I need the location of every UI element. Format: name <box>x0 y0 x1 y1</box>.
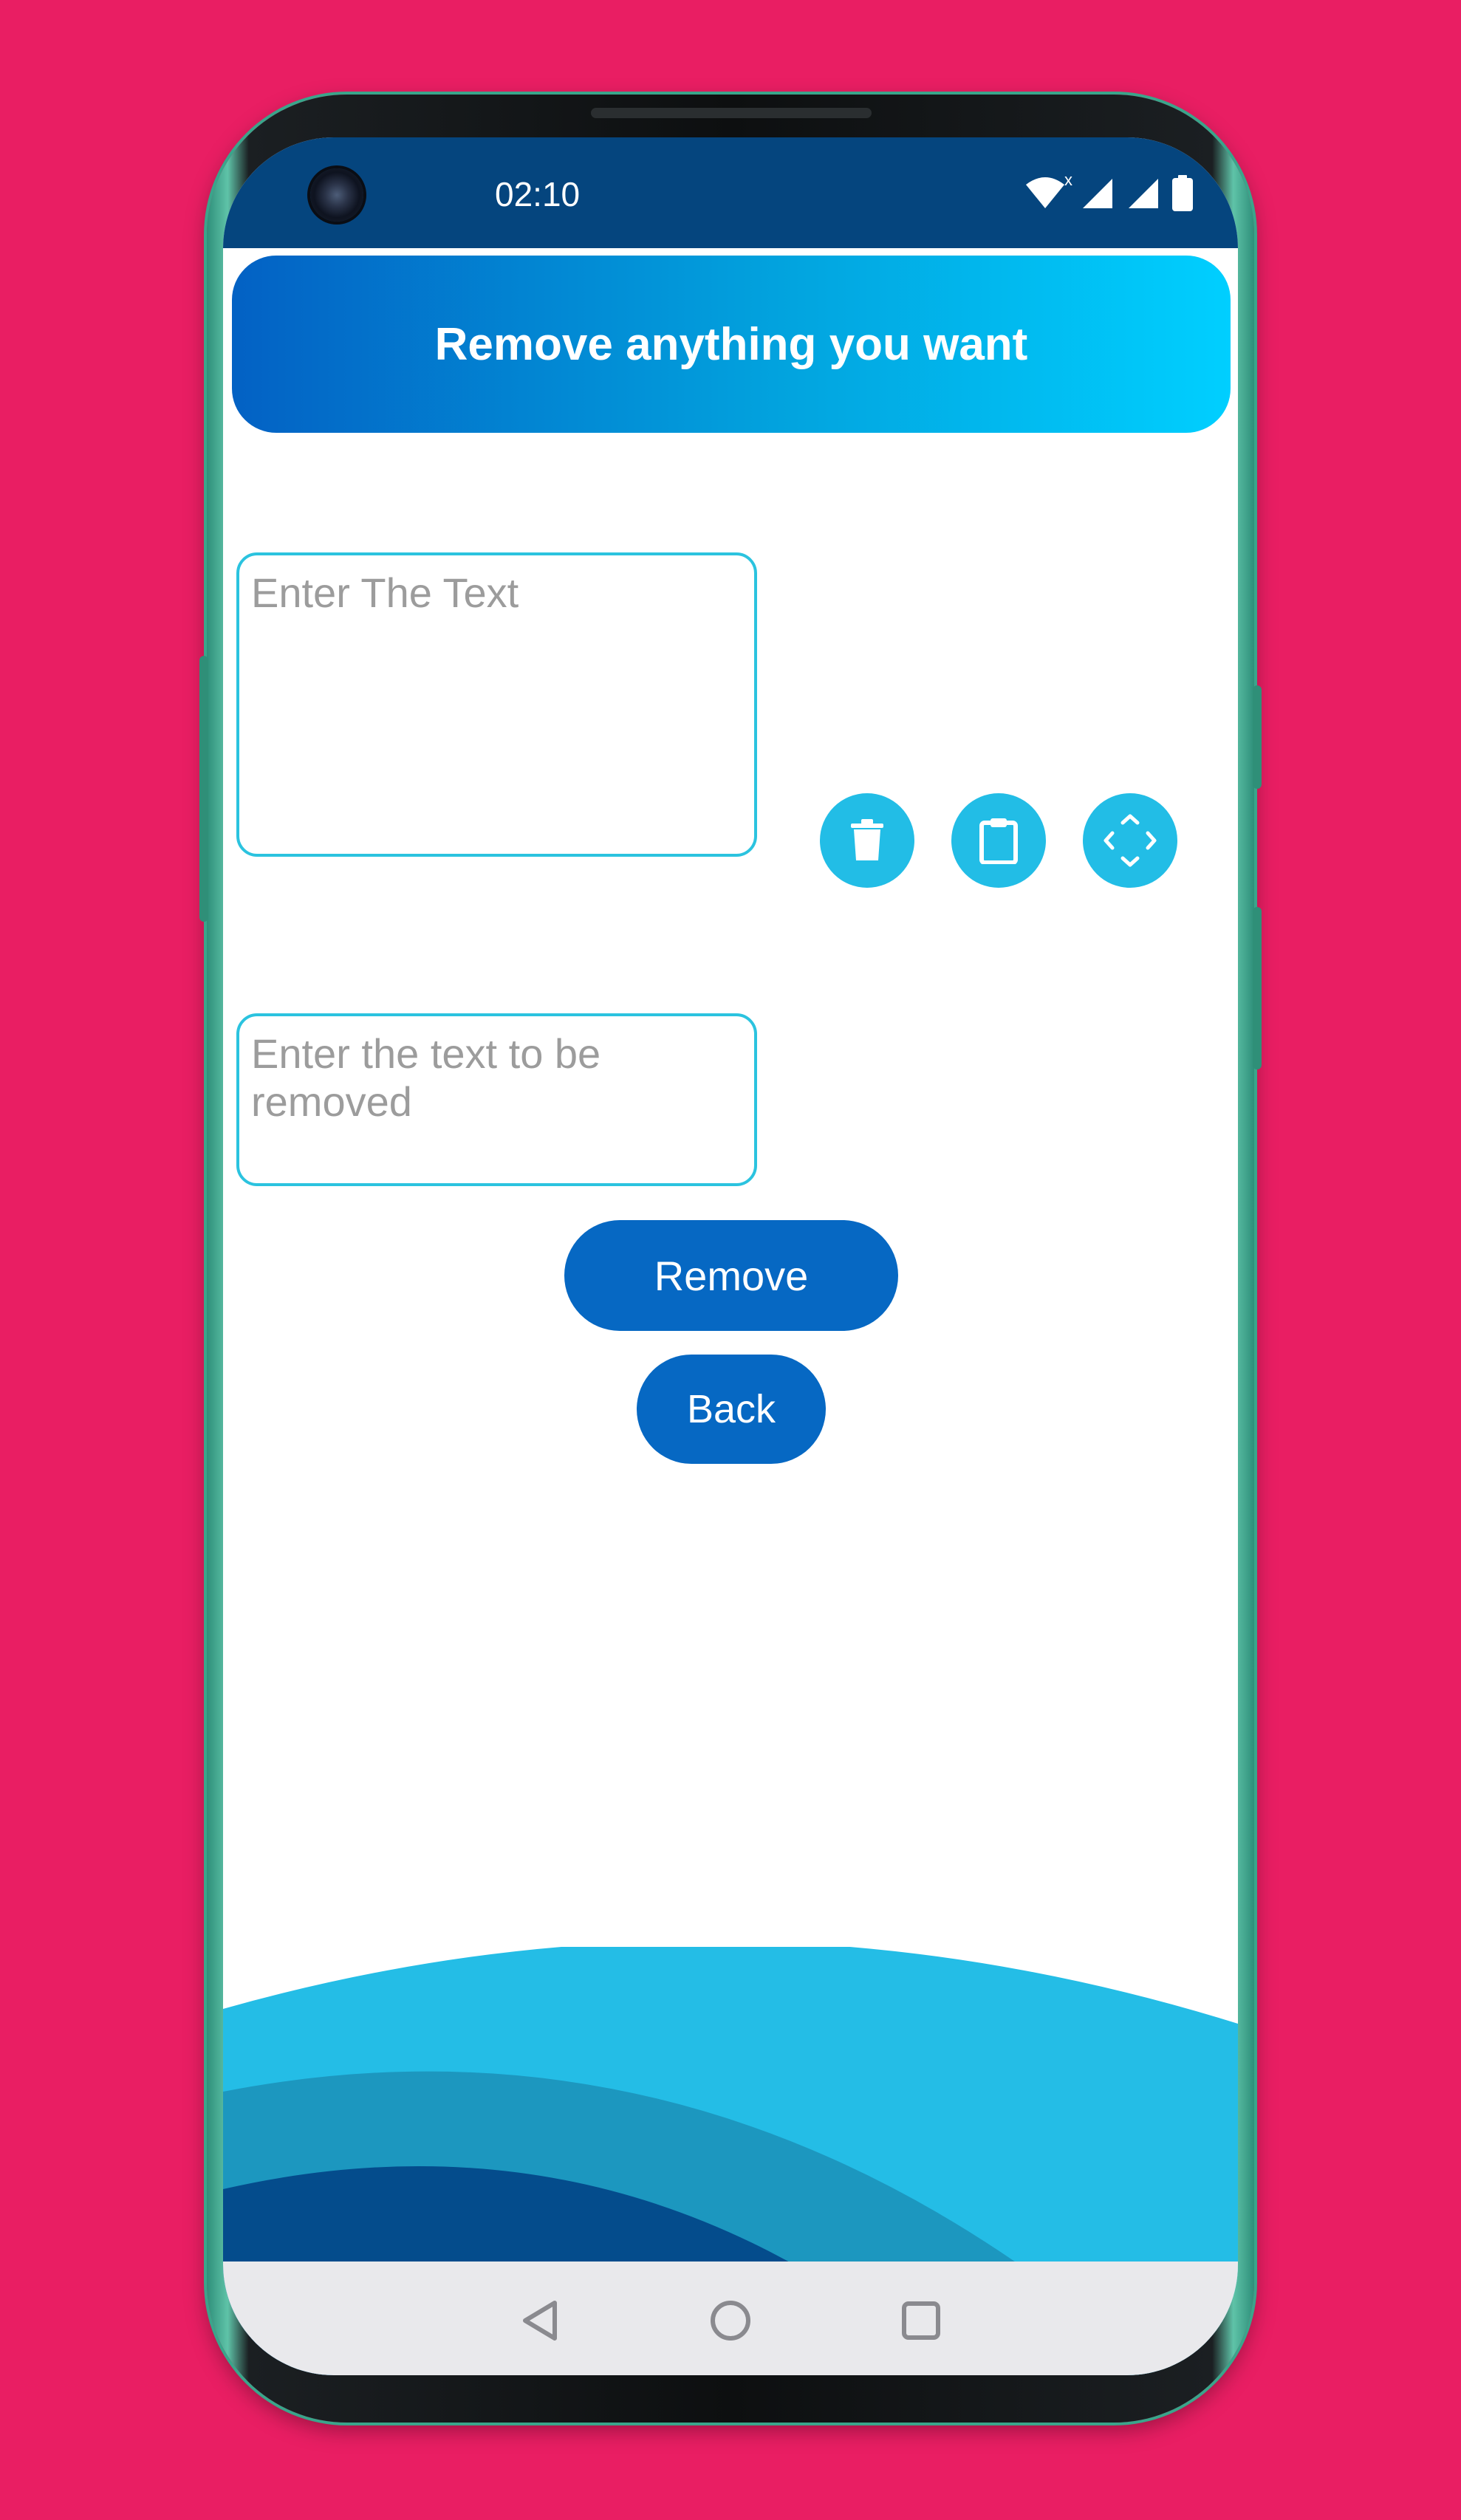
recents-square-icon[interactable] <box>900 2300 942 2341</box>
clear-button[interactable] <box>820 793 914 888</box>
status-time: 02:10 <box>495 175 581 213</box>
back-triangle-icon[interactable] <box>519 2298 561 2343</box>
status-bar: 02:10 x <box>223 137 1238 248</box>
phone-side-button-right-top <box>1253 685 1262 789</box>
header-banner: Remove anything you want <box>232 256 1231 433</box>
main-text-input[interactable] <box>239 555 754 854</box>
remove-text-field[interactable] <box>236 1013 757 1186</box>
app-screen: 02:10 x Remove anything you want Enter T… <box>223 137 1238 2375</box>
main-text-field[interactable] <box>236 552 757 857</box>
remove-text-input[interactable] <box>239 1016 754 1183</box>
phone-frame: 02:10 x Remove anything you want Enter T… <box>199 95 1262 2423</box>
navigation-bar <box>223 2262 1238 2375</box>
expand-icon <box>1104 814 1157 867</box>
phone-side-button-left <box>199 656 208 922</box>
paste-button[interactable] <box>951 793 1046 888</box>
battery-icon <box>1172 175 1193 211</box>
no-data-x-icon: x <box>1064 171 1072 189</box>
phone-side-button-right <box>1253 907 1262 1069</box>
front-camera <box>310 168 363 222</box>
back-button[interactable]: Back <box>637 1355 826 1464</box>
earpiece-speaker <box>591 108 872 118</box>
signal-icon <box>1083 179 1112 208</box>
home-circle-icon[interactable] <box>708 2298 753 2343</box>
status-icons: x <box>1024 171 1194 214</box>
trash-icon <box>851 819 883 860</box>
clipboard-icon <box>979 818 1018 864</box>
signal-icon-2 <box>1129 179 1158 208</box>
wifi-icon <box>1026 177 1064 208</box>
header-title: Remove anything you want <box>434 318 1028 370</box>
remove-button[interactable]: Remove <box>564 1220 898 1331</box>
expand-button[interactable] <box>1083 793 1177 888</box>
